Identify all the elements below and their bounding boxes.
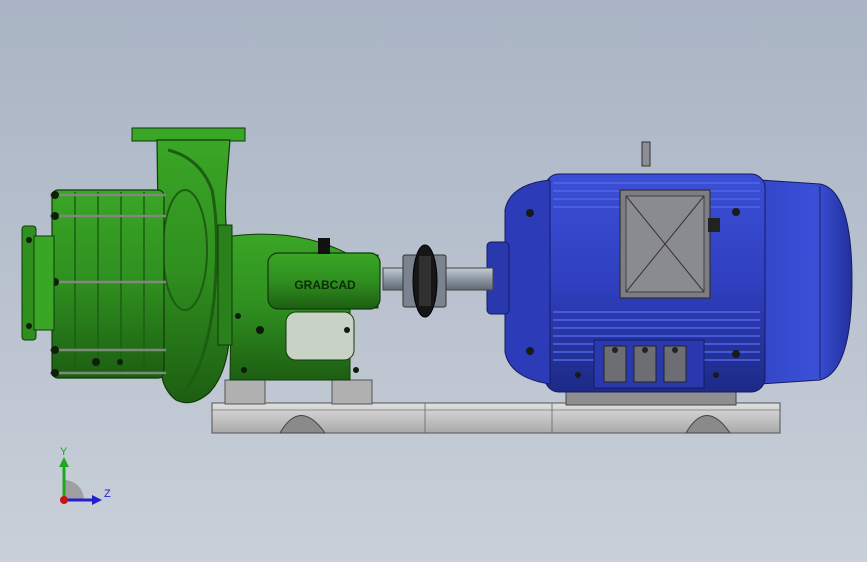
shaft-coupling[interactable] <box>382 244 494 318</box>
terminal-box[interactable] <box>619 189 720 299</box>
suction-flange[interactable] <box>21 225 55 341</box>
oil-cap <box>318 238 330 254</box>
triad-icon <box>59 457 102 505</box>
triad-y-label: Y <box>60 446 68 458</box>
pump-logo: GRABCAD <box>294 278 356 292</box>
pump-bearing-frame[interactable]: GRABCAD <box>229 233 381 381</box>
lifting-eye <box>641 141 651 167</box>
pump-stage-casings[interactable] <box>50 189 166 379</box>
model-view[interactable]: GRABCAD Y Z <box>0 0 867 562</box>
coordinate-triad[interactable]: Y Z <box>59 446 111 505</box>
graphics-viewport[interactable]: GRABCAD Y Z <box>0 0 867 562</box>
electric-motor[interactable] <box>486 141 853 393</box>
triad-z-label: Z <box>104 488 111 500</box>
